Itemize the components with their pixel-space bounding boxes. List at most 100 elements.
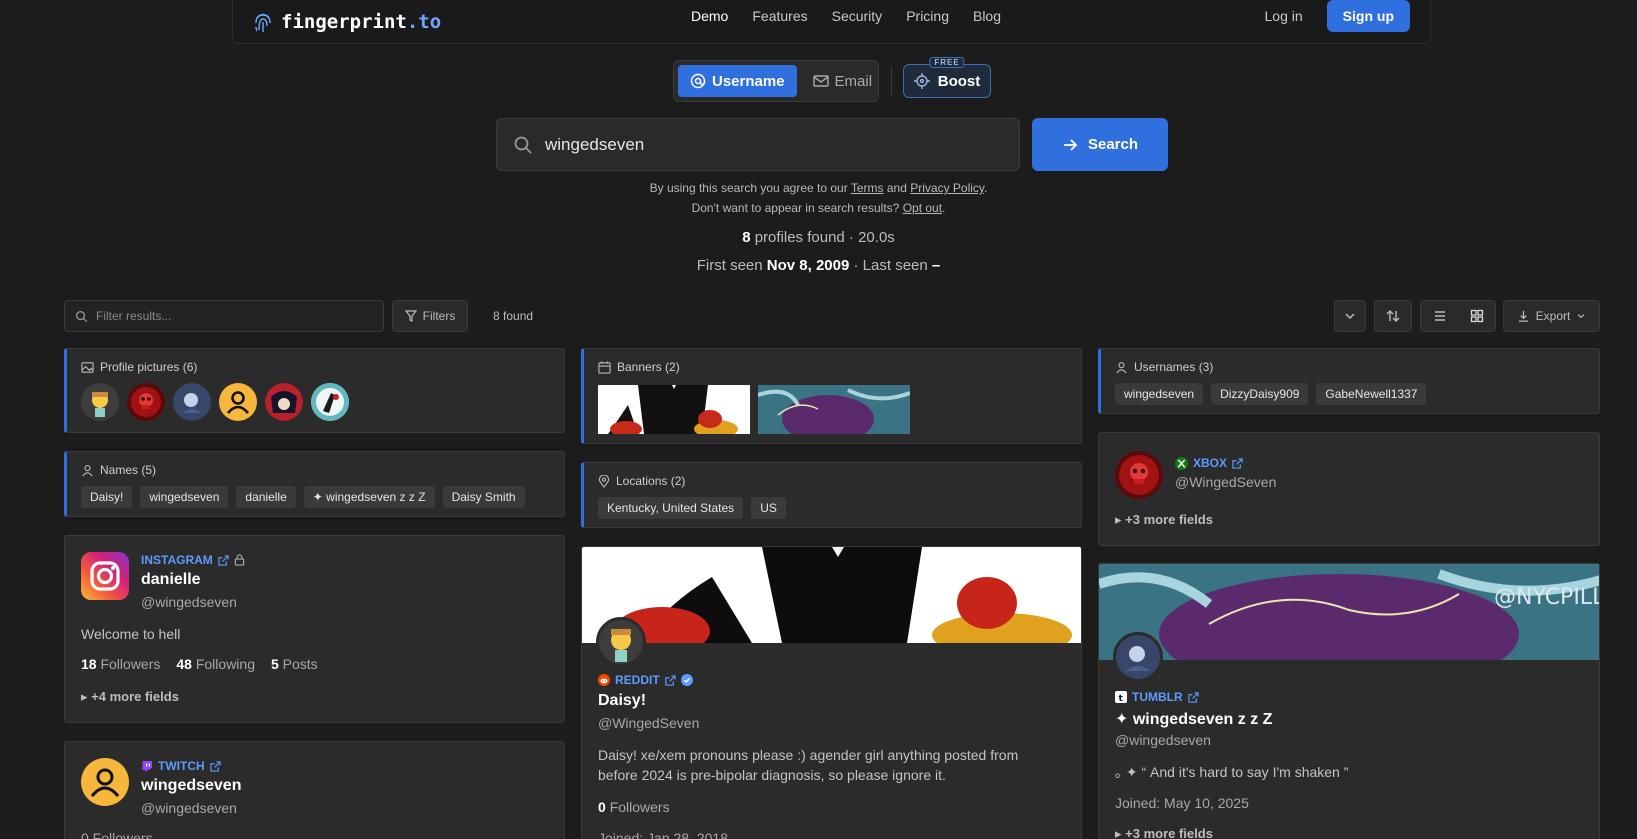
sort-icon — [1386, 310, 1400, 322]
signup-button[interactable]: Sign up — [1326, 0, 1410, 32]
twitch-profile-card[interactable]: TWITCH wingedseven @wingedseven 0 Follow… — [64, 741, 565, 839]
platform-label[interactable]: REDDIT — [598, 673, 693, 687]
first-seen-value: Nov 8, 2009 — [766, 257, 850, 274]
profiles-count: 8 — [742, 229, 751, 246]
last-seen-value: – — [931, 257, 941, 274]
export-button[interactable]: Export — [1503, 300, 1600, 332]
mode-divider — [891, 66, 892, 96]
grid-view-button[interactable] — [1470, 309, 1484, 323]
more-fields-label: +3 more fields — [1125, 826, 1213, 839]
list-view-button[interactable] — [1433, 309, 1447, 323]
avatar[interactable] — [311, 383, 349, 421]
platform-label[interactable]: XBOX — [1175, 456, 1243, 470]
profile-handle: @wingedseven — [1115, 732, 1211, 748]
avatar — [81, 758, 129, 806]
name-chip[interactable]: Daisy! — [81, 486, 133, 508]
avatar — [1115, 451, 1163, 499]
banner-thumbnail[interactable] — [758, 385, 910, 434]
at-icon — [690, 73, 706, 89]
xbox-profile-card[interactable]: XBOX @WingedSeven ▸ +3 more fields — [1098, 432, 1600, 546]
names-title: Names (5) — [100, 463, 157, 477]
email-mode-button[interactable]: Email — [801, 65, 885, 97]
tumblr-icon: t — [1115, 691, 1127, 703]
platform-label[interactable]: INSTAGRAM — [141, 553, 245, 567]
sort-button[interactable] — [1374, 300, 1412, 332]
reddit-profile-card[interactable]: REDDIT Daisy! @WingedSeven Daisy! xe/xem… — [581, 546, 1082, 839]
optout-prefix: Don't want to appear in search results? — [691, 201, 900, 215]
image-icon — [81, 361, 94, 373]
terms-link[interactable]: Terms — [851, 181, 884, 195]
seen-range: First seen Nov 8, 2009 · Last seen – — [0, 257, 1637, 274]
optout-link[interactable]: Opt out — [903, 201, 942, 215]
filter-results-input[interactable]: Filter results... — [64, 300, 384, 332]
privacy-link[interactable]: Privacy Policy — [910, 181, 984, 195]
avatar — [1113, 632, 1163, 682]
more-fields-label: +4 more fields — [91, 689, 179, 704]
login-link[interactable]: Log in — [1265, 8, 1303, 24]
nav-demo[interactable]: Demo — [691, 8, 728, 24]
name-chip[interactable]: Daisy Smith — [442, 486, 525, 508]
filter-placeholder: Filter results... — [96, 309, 172, 323]
name-chip[interactable]: danielle — [236, 486, 296, 508]
name-chip[interactable]: wingedseven — [140, 486, 229, 508]
boost-label: Boost — [937, 72, 981, 90]
filters-button[interactable]: Filters — [392, 300, 468, 332]
avatar — [596, 617, 646, 667]
banners-title: Banners (2) — [617, 360, 680, 374]
followers-count: 18 — [81, 656, 97, 672]
platform-name: TWITCH — [158, 759, 205, 773]
export-label: Export — [1535, 309, 1571, 323]
tumblr-profile-card[interactable]: @NYCPILL t TUMBLR ✦ wingedseven z z Z @w… — [1098, 563, 1600, 839]
profile-banner: @NYCPILL — [1099, 564, 1600, 660]
twitch-icon — [142, 761, 152, 772]
username-chip[interactable]: GabeNewell1337 — [1316, 383, 1427, 405]
usernames-card: Usernames (3) wingedseven DizzyDaisy909 … — [1098, 348, 1600, 414]
instagram-profile-card[interactable]: INSTAGRAM danielle @wingedseven Welcome … — [64, 535, 565, 723]
person-icon — [1116, 361, 1127, 373]
avatar[interactable] — [265, 383, 303, 421]
email-mode-label: Email — [834, 72, 873, 90]
profile-name: ✦ wingedseven z z Z — [1115, 711, 1273, 728]
collapse-button[interactable] — [1334, 300, 1366, 332]
profile-handle: @WingedSeven — [598, 715, 700, 731]
avatar[interactable] — [173, 383, 211, 421]
more-fields-toggle[interactable]: ▸ +3 more fields — [1115, 826, 1213, 839]
svg-text:@NYCPILL: @NYCPILL — [1494, 585, 1600, 610]
chevron-down-icon — [1345, 313, 1355, 320]
profile-bio-line: before 2024 is pre-bipolar diagnosis, so… — [598, 767, 946, 783]
boost-button[interactable]: FREE Boost — [903, 57, 991, 98]
avatar[interactable] — [127, 383, 165, 421]
profile-handle: @wingedseven — [141, 594, 237, 610]
avatar[interactable] — [219, 383, 257, 421]
search-input[interactable]: wingedseven — [496, 118, 1020, 171]
terms-and: and — [886, 181, 907, 195]
name-chip[interactable]: ✦ wingedseven z z Z — [303, 486, 435, 508]
nav-security[interactable]: Security — [832, 8, 883, 24]
location-chip[interactable]: Kentucky, United States — [598, 497, 744, 519]
avatar[interactable] — [81, 383, 119, 421]
logo-main: fingerprint — [281, 10, 407, 33]
terms-prefix: By using this search you agree to our — [649, 181, 848, 195]
username-mode-button[interactable]: Username — [678, 65, 797, 97]
last-seen-label: · Last seen — [853, 257, 928, 274]
nav-blog[interactable]: Blog — [973, 8, 1001, 24]
external-link-icon — [1187, 691, 1199, 703]
banner-thumbnail[interactable] — [598, 385, 750, 434]
platform-name: XBOX — [1193, 456, 1228, 470]
location-chip[interactable]: US — [751, 497, 786, 519]
search-button[interactable]: Search — [1032, 118, 1168, 171]
nav-features[interactable]: Features — [752, 8, 807, 24]
mail-icon — [812, 75, 829, 87]
more-fields-toggle[interactable]: ▸ +4 more fields — [81, 689, 179, 705]
banners-card: Banners (2) — [581, 348, 1082, 444]
username-chip[interactable]: DizzyDaisy909 — [1211, 383, 1309, 405]
platform-label[interactable]: TWITCH — [141, 759, 221, 773]
found-count: 8 found — [493, 309, 534, 323]
username-chip[interactable]: wingedseven — [1115, 383, 1204, 405]
nav-pricing[interactable]: Pricing — [906, 8, 949, 24]
platform-label[interactable]: t TUMBLR — [1115, 690, 1199, 704]
logo[interactable]: fingerprint.to — [253, 10, 441, 34]
profile-banner — [582, 547, 1081, 643]
view-toggle — [1420, 300, 1496, 332]
more-fields-toggle[interactable]: ▸ +3 more fields — [1115, 512, 1213, 528]
